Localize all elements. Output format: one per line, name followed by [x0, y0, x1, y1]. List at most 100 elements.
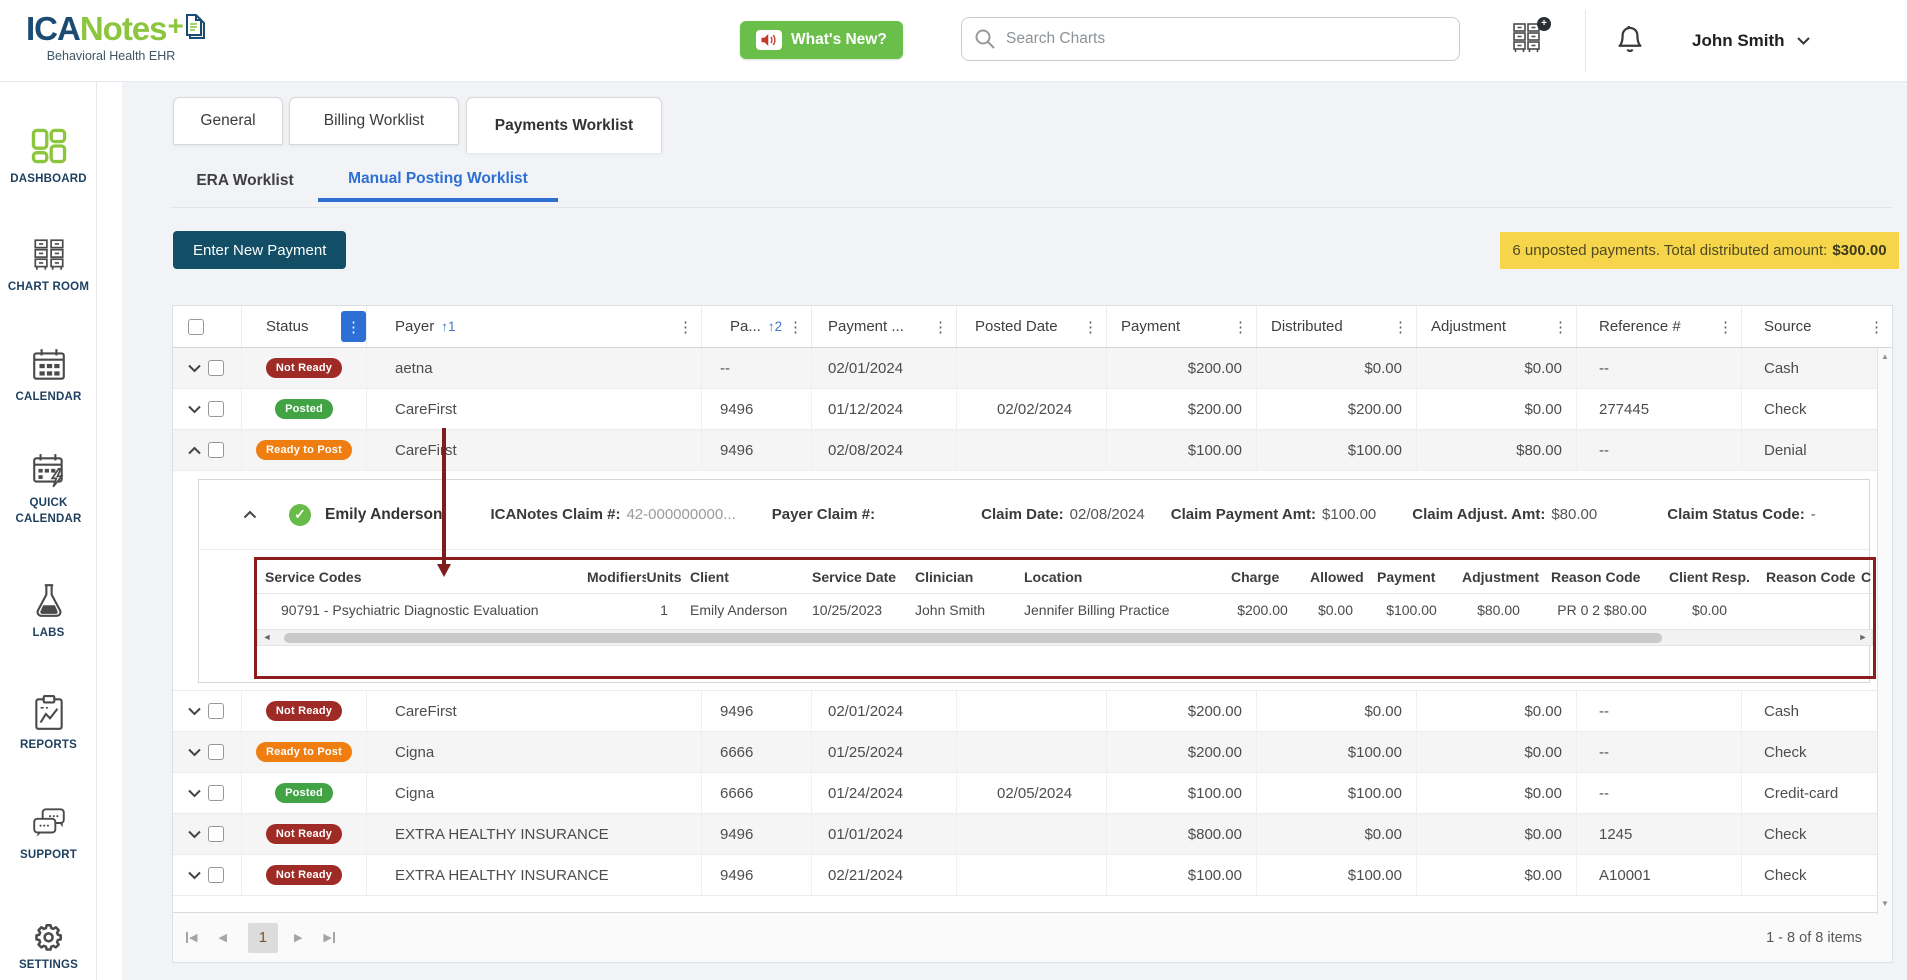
tab-label: Payments Worklist [495, 117, 633, 135]
whats-new-button[interactable]: What's New? [740, 21, 903, 59]
cell-posted-date: 02/05/2024 [956, 773, 1106, 813]
pagination-last-button[interactable]: ▶ [323, 931, 334, 944]
claim-client-name: Emily Anderson [325, 506, 442, 524]
sidebar-item-dashboard[interactable]: DASHBOARD [0, 126, 97, 188]
sidebar-label: REPORTS [0, 738, 97, 754]
select-all-checkbox[interactable] [188, 319, 204, 335]
table-row-expanded[interactable]: Ready to Post CareFirst 9496 02/08/2024 … [173, 430, 1879, 471]
column-menu-icon[interactable]: ⋮ [930, 318, 951, 336]
enter-new-payment-button[interactable]: Enter New Payment [173, 231, 346, 269]
row-expand-chevron-icon[interactable] [188, 707, 201, 716]
cell-payment: $100.00 [1106, 773, 1256, 813]
row-expand-chevron-icon[interactable] [188, 830, 201, 839]
column-header-payer[interactable]: Payer ↑1 ⋮ [366, 306, 701, 347]
cell-payment: $100.00 [1106, 855, 1256, 895]
row-checkbox[interactable] [208, 867, 224, 883]
row-expand-chevron-icon[interactable] [188, 871, 201, 880]
column-header-payment-number[interactable]: Pa... ↑2 ⋮ [701, 306, 811, 347]
sidebar-item-labs[interactable]: LABS [0, 582, 97, 642]
row-collapse-chevron-icon[interactable] [188, 446, 201, 455]
column-menu-icon[interactable]: ⋮ [1390, 318, 1411, 336]
tab-billing-worklist[interactable]: Billing Worklist [289, 97, 459, 145]
chart-room-shortcut-icon[interactable]: + [1510, 21, 1546, 57]
column-header-payment[interactable]: Payment ⋮ [1106, 306, 1256, 347]
row-expand-chevron-icon[interactable] [188, 364, 201, 373]
scroll-left-icon[interactable]: ◄ [258, 629, 276, 646]
scroll-right-icon[interactable]: ► [1854, 629, 1872, 646]
cell-reference: -- [1576, 430, 1741, 470]
row-checkbox[interactable] [208, 360, 224, 376]
table-row[interactable]: Not Ready CareFirst 9496 02/01/2024 $200… [173, 691, 1879, 732]
vertical-scrollbar[interactable]: ▲ ▼ [1877, 348, 1892, 914]
pagination-prev-button[interactable]: ◀ [218, 931, 226, 944]
column-header-payment-date[interactable]: Payment ... ⋮ [811, 306, 956, 347]
table-row[interactable]: Posted Cigna 6666 01/24/2024 02/05/2024 … [173, 773, 1879, 814]
sidebar-item-calendar[interactable]: CALENDAR [0, 346, 97, 406]
scroll-up-icon[interactable]: ▲ [1878, 352, 1892, 361]
scroll-down-icon[interactable]: ▼ [1878, 899, 1892, 908]
tab-payments-worklist[interactable]: Payments Worklist [466, 97, 662, 153]
row-checkbox[interactable] [208, 826, 224, 842]
status-badge: Not Ready [266, 701, 342, 721]
pagination-first-button[interactable]: ◀ [186, 931, 197, 944]
horizontal-scrollbar[interactable]: ◄ ► [257, 629, 1873, 646]
row-checkbox[interactable] [208, 785, 224, 801]
column-header-adjustment[interactable]: Adjustment ⋮ [1416, 306, 1576, 347]
column-menu-icon[interactable]: ⋮ [1550, 318, 1571, 336]
sort-indicator: ↑2 [768, 319, 782, 334]
column-menu-icon[interactable]: ⋮ [1866, 318, 1887, 336]
row-checkbox[interactable] [208, 744, 224, 760]
search-input[interactable] [961, 17, 1460, 61]
table-row[interactable]: Not Ready EXTRA HEALTHY INSURANCE 9496 0… [173, 855, 1879, 896]
sidebar-label: CHART ROOM [0, 280, 97, 296]
logo-text-ica: ICA [26, 10, 80, 48]
column-header-status[interactable]: Status ⋮ [241, 306, 366, 347]
subtab-era-worklist[interactable]: ERA Worklist [185, 160, 305, 202]
plus-badge-icon: + [1537, 17, 1551, 31]
subtab-manual-posting-worklist[interactable]: Manual Posting Worklist [318, 160, 558, 202]
column-menu-icon[interactable]: ⋮ [1080, 318, 1101, 336]
column-menu-icon[interactable]: ⋮ [1715, 318, 1736, 336]
cell-payment-date: 01/01/2024 [811, 814, 956, 854]
row-checkbox[interactable] [208, 442, 224, 458]
table-row[interactable]: Ready to Post Cigna 6666 01/25/2024 $200… [173, 732, 1879, 773]
column-menu-icon[interactable]: ⋮ [675, 318, 696, 336]
cell-payer: Cigna [366, 732, 701, 772]
notifications-bell-icon[interactable] [1615, 23, 1647, 57]
column-menu-icon[interactable]: ⋮ [1230, 318, 1251, 336]
service-table-row[interactable]: 90791 - Psychiatric Diagnostic Evaluatio… [257, 593, 1873, 626]
pagination-page-1[interactable]: 1 [248, 923, 278, 953]
row-expand-chevron-icon[interactable] [188, 748, 201, 757]
row-checkbox[interactable] [208, 401, 224, 417]
column-header-posted-date[interactable]: Posted Date ⋮ [956, 306, 1106, 347]
column-header-reference[interactable]: Reference # ⋮ [1576, 306, 1741, 347]
table-row[interactable]: Not Ready aetna -- 02/01/2024 $200.00 $0… [173, 348, 1879, 389]
cell-distributed: $100.00 [1256, 430, 1416, 470]
tab-general[interactable]: General [173, 97, 283, 145]
pagination-next-button[interactable]: ▶ [294, 931, 302, 944]
column-header-distributed[interactable]: Distributed ⋮ [1256, 306, 1416, 347]
row-expand-chevron-icon[interactable] [188, 789, 201, 798]
scrollbar-thumb[interactable] [284, 633, 1662, 643]
cell-reference: -- [1576, 348, 1741, 388]
status-column-menu-icon[interactable]: ⋮ [341, 311, 366, 342]
table-row[interactable]: Posted CareFirst 9496 01/12/2024 02/02/2… [173, 389, 1879, 430]
sidebar-item-chart-room[interactable]: CHART ROOM [0, 236, 97, 296]
sidebar-item-support[interactable]: SUPPORT [0, 804, 97, 864]
cell-payer: EXTRA HEALTHY INSURANCE [366, 855, 701, 895]
claim-field: ICANotes Claim #:42-000000000... [490, 506, 735, 523]
user-menu[interactable]: John Smith [1692, 0, 1810, 82]
row-expand-chevron-icon[interactable] [188, 405, 201, 414]
logo-plus: + [168, 10, 183, 42]
cell-payment: $200.00 [1106, 732, 1256, 772]
sidebar-item-reports[interactable]: REPORTS [0, 694, 97, 754]
row-checkbox[interactable] [208, 703, 224, 719]
claim-collapse-chevron-icon[interactable] [243, 510, 257, 519]
sidebar-item-quick-calendar[interactable]: QUICK CALENDAR [0, 452, 97, 527]
file-cabinet-icon [0, 236, 97, 274]
table-row[interactable]: Not Ready EXTRA HEALTHY INSURANCE 9496 0… [173, 814, 1879, 855]
column-header-source[interactable]: Source ⋮ [1741, 306, 1892, 347]
column-menu-icon[interactable]: ⋮ [785, 318, 806, 336]
logo-text-notes: Notes [80, 10, 167, 48]
sidebar-item-settings[interactable]: SETTINGS [0, 914, 97, 974]
